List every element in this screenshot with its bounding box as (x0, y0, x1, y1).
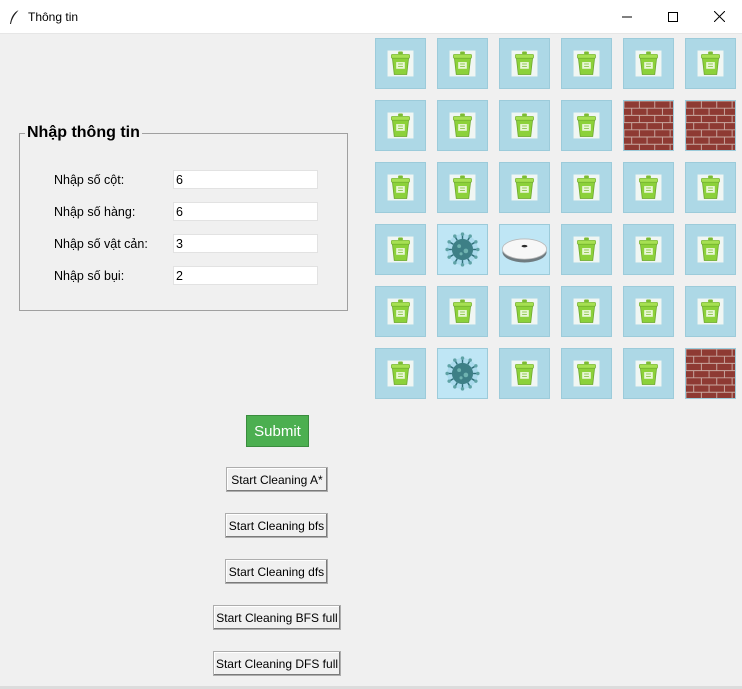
grid-cell (623, 100, 674, 151)
start-cleaning-astar-button[interactable]: Start Cleaning A* (226, 467, 328, 492)
trash-bin-icon (511, 112, 538, 139)
start-cleaning-bfs-button[interactable]: Start Cleaning bfs (225, 513, 328, 538)
grid-cell (437, 38, 488, 89)
trash-bin-icon (387, 360, 414, 387)
trash-bin-icon (511, 50, 538, 77)
trash-bin-icon (697, 298, 724, 325)
close-icon (713, 11, 725, 22)
trash-bin-icon (635, 236, 662, 263)
grid-cell (499, 100, 550, 151)
trash-bin-icon (511, 174, 538, 201)
grid-cell (499, 348, 550, 399)
group-title: Nhập thông tin (25, 124, 142, 142)
grid-cell (375, 162, 426, 213)
trash-bin-icon (449, 174, 476, 201)
close-button[interactable] (696, 0, 742, 33)
grid-cell (561, 224, 612, 275)
trash-bin-icon (573, 50, 600, 77)
grid-cell (499, 224, 550, 275)
trash-bin-icon (511, 298, 538, 325)
grid-cell (375, 286, 426, 337)
grid-cell (499, 38, 550, 89)
obstacles-input[interactable] (173, 234, 318, 253)
grid-cell (685, 224, 736, 275)
feather-app-icon (10, 9, 20, 24)
grid-cell (437, 348, 488, 399)
grid-cell (437, 224, 488, 275)
brick-wall-icon (686, 101, 735, 150)
title-bar: Thông tin (0, 0, 742, 34)
trash-bin-icon (387, 174, 414, 201)
grid-cell (375, 224, 426, 275)
grid-cell (623, 224, 674, 275)
trash-bin-icon (511, 360, 538, 387)
trash-bin-icon (387, 298, 414, 325)
grid-cell (499, 162, 550, 213)
grid-cell (685, 100, 736, 151)
grid-cell (561, 162, 612, 213)
start-cleaning-bfs-full-button[interactable]: Start Cleaning BFS full (213, 605, 341, 630)
maximize-icon (668, 11, 678, 22)
grid-cell (685, 38, 736, 89)
rows-input[interactable] (173, 202, 318, 221)
rows-label: Nhập số hàng: (54, 205, 136, 219)
obstacles-label: Nhập số vật cản: (54, 237, 148, 251)
grid-cell (437, 286, 488, 337)
trash-bin-icon (449, 298, 476, 325)
grid-cell (375, 38, 426, 89)
grid-cell (375, 100, 426, 151)
virus-dust-icon (438, 349, 487, 398)
trash-bin-icon (635, 360, 662, 387)
grid-cell (499, 286, 550, 337)
trash-bin-icon (387, 236, 414, 263)
maximize-button[interactable] (650, 0, 696, 33)
grid-cell (623, 38, 674, 89)
trash-bin-icon (697, 174, 724, 201)
grid-cell (437, 100, 488, 151)
grid-cell (623, 348, 674, 399)
trash-bin-icon (573, 174, 600, 201)
grid-cell (375, 348, 426, 399)
trash-bin-icon (635, 174, 662, 201)
trash-bin-icon (635, 50, 662, 77)
grid-cell (623, 162, 674, 213)
trash-bin-icon (573, 360, 600, 387)
start-cleaning-dfs-full-button[interactable]: Start Cleaning DFS full (213, 651, 341, 676)
grid-cell (623, 286, 674, 337)
grid-cell (561, 100, 612, 151)
grid-cell (685, 348, 736, 399)
grid-cell (685, 286, 736, 337)
submit-button[interactable]: Submit (246, 415, 309, 447)
trash-bin-icon (573, 236, 600, 263)
grid-cell (685, 162, 736, 213)
start-cleaning-dfs-button[interactable]: Start Cleaning dfs (225, 559, 328, 584)
columns-label: Nhập số cột: (54, 173, 125, 187)
dust-input[interactable] (173, 266, 318, 285)
minimize-button[interactable] (604, 0, 650, 33)
brick-wall-icon (624, 101, 673, 150)
columns-input[interactable] (173, 170, 318, 189)
trash-bin-icon (573, 112, 600, 139)
grid-cell (561, 38, 612, 89)
grid-cell (437, 162, 488, 213)
cleaning-grid (375, 38, 742, 399)
trash-bin-icon (697, 50, 724, 77)
minimize-icon (622, 16, 632, 17)
grid-cell (561, 286, 612, 337)
grid-cell (561, 348, 612, 399)
trash-bin-icon (449, 50, 476, 77)
robot-vacuum-icon (500, 225, 549, 274)
trash-bin-icon (697, 236, 724, 263)
trash-bin-icon (387, 112, 414, 139)
dust-label: Nhập số bụi: (54, 269, 125, 283)
virus-dust-icon (438, 225, 487, 274)
trash-bin-icon (387, 50, 414, 77)
trash-bin-icon (449, 112, 476, 139)
trash-bin-icon (573, 298, 600, 325)
trash-bin-icon (635, 298, 662, 325)
brick-wall-icon (686, 349, 735, 398)
window-title: Thông tin (28, 10, 79, 24)
